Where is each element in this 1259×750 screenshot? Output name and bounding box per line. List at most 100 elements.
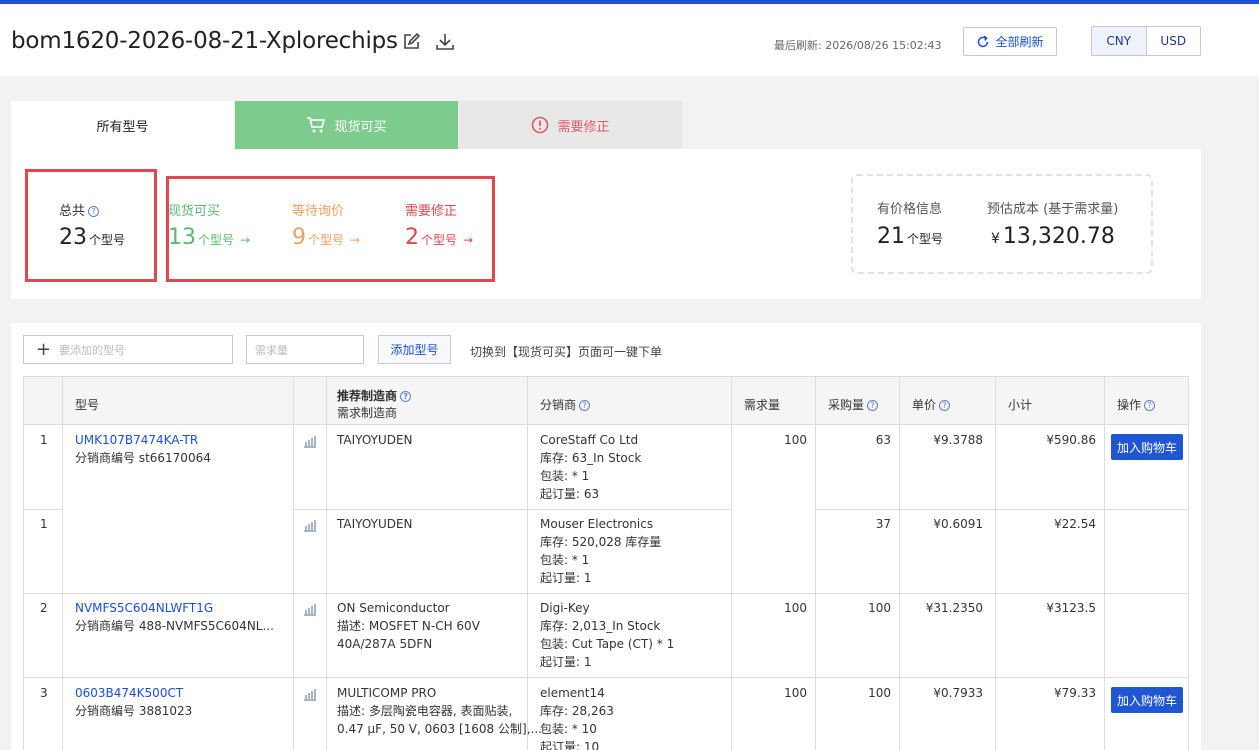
quantity-placeholder: 需求量 <box>255 343 288 357</box>
header-distributor: 分销商? <box>540 396 591 413</box>
part-number-input[interactable]: + 要添加的型号 <box>23 335 233 364</box>
plus-icon: + <box>36 338 52 360</box>
purchase-qty[interactable]: 37 <box>876 515 891 533</box>
row-index: 2 <box>40 601 48 615</box>
part-description-cont: 0.47 µF, 50 V, 0603 [1608 公制],... <box>337 722 542 736</box>
tab-in-stock-label: 现货可买 <box>334 119 387 135</box>
price-chart-icon[interactable] <box>303 602 317 616</box>
part-description: 描述: 多层陶瓷电容器, 表面贴装, <box>337 704 513 718</box>
row-index: 1 <box>40 433 48 447</box>
fix-label: 需要修正 <box>405 204 458 219</box>
subtotal: ¥3123.5 <box>1046 601 1096 615</box>
stock: 库存: 2,013_In Stock <box>540 619 661 633</box>
price-chart-icon[interactable] <box>303 687 317 701</box>
pending-count[interactable]: 9 个型号 → <box>292 225 360 250</box>
summary-panel: 总共? 23 个型号 现货可买 13 个型号 → 等待询价 9 个型号 → 需要修正 2个… <box>11 149 1201 299</box>
subtotal: ¥22.54 <box>1054 517 1096 531</box>
purchase-qty[interactable]: 100 <box>868 599 891 617</box>
moq: 起订量: 1 <box>540 655 592 669</box>
edit-icon[interactable] <box>401 32 421 52</box>
header-demand: 需求量 <box>744 398 781 412</box>
manufacturer: TAIYOYUDEN <box>337 433 413 447</box>
row-index: 3 <box>40 686 48 700</box>
unit-price: ¥0.7933 <box>933 686 983 700</box>
header-unit-price: 单价? <box>912 396 951 413</box>
purchase-qty[interactable]: 100 <box>868 684 891 702</box>
help-icon: ? <box>939 400 951 411</box>
page-header: bom1620-2026-08-21-Xplorechips 最后刷新: 202… <box>0 4 1259 76</box>
currency-cny-button[interactable]: CNY <box>1092 27 1147 55</box>
purchase-qty[interactable]: 63 <box>876 431 891 449</box>
total-count: 23 个型号 <box>59 225 126 250</box>
demand-qty: 100 <box>784 433 807 447</box>
tab-all-parts-label: 所有型号 <box>96 119 149 135</box>
refresh-icon <box>978 35 989 47</box>
subtotal: ¥79.33 <box>1054 686 1096 700</box>
help-icon: ? <box>1144 400 1156 411</box>
price-info-box: 有价格信息 21 个型号 预估成本 (基于需求量) ¥13,320.78 <box>851 174 1153 274</box>
header-part: 型号 <box>75 398 100 412</box>
unit-price: ¥9.3788 <box>933 433 983 447</box>
part-number-link[interactable]: 0603B474K500CT <box>75 684 183 702</box>
packaging: 包装: * 1 <box>540 553 590 567</box>
price-chart-icon[interactable] <box>303 434 317 448</box>
stock: 库存: 28,263 <box>540 704 614 718</box>
moq: 起订量: 1 <box>540 571 592 585</box>
filter-tabs: 所有型号 现货可买 需要修正 <box>11 101 682 149</box>
instock-count[interactable]: 13 个型号 → <box>168 225 250 250</box>
quantity-input[interactable]: 需求量 <box>246 335 364 364</box>
help-icon: ? <box>579 400 591 411</box>
add-to-cart-button[interactable]: 加入购物车 <box>1111 434 1183 460</box>
subtotal: ¥590.86 <box>1046 433 1096 447</box>
add-to-cart-button[interactable]: 加入购物车 <box>1111 687 1183 713</box>
part-description-cont: 40A/287A 5DFN <box>337 637 433 651</box>
last-refresh-time: 最后刷新: 2026/08/26 15:02:43 <box>774 39 942 52</box>
fix-count[interactable]: 2 个型号 → <box>405 225 473 250</box>
header-purchase: 采购量? <box>828 396 879 413</box>
instock-label: 现货可买 <box>168 204 221 219</box>
manufacturer: MULTICOMP PRO <box>337 686 437 700</box>
row-index: 1 <box>40 517 48 531</box>
part-number-link[interactable]: UMK107B7474KA-TR <box>75 431 198 449</box>
tab-needs-fix[interactable]: 需要修正 <box>459 101 682 149</box>
tab-needs-fix-label: 需要修正 <box>557 119 610 135</box>
page-title: bom1620-2026-08-21-Xplorechips <box>11 28 398 54</box>
part-description: 描述: MOSFET N-CH 60V <box>337 619 480 633</box>
help-icon: ? <box>867 400 879 411</box>
header-subtotal: 小计 <box>1008 398 1033 412</box>
tab-all-parts[interactable]: 所有型号 <box>11 101 234 149</box>
unit-price: ¥31.2350 <box>925 601 983 615</box>
header-mfr-recommended: 推荐制造商? <box>337 387 412 404</box>
moq: 起订量: 10 <box>540 740 600 750</box>
distributor-part-number: 分销商编号 3881023 <box>75 704 193 718</box>
add-part-button[interactable]: 添加型号 <box>378 335 451 364</box>
bom-table: 型号 推荐制造商? 需求制造商 分销商? 需求量 采购量? 单价? 小计 操作?… <box>23 376 1189 750</box>
currency-usd-button[interactable]: USD <box>1146 27 1200 55</box>
warning-circle-icon <box>532 116 549 134</box>
demand-qty: 100 <box>784 686 807 700</box>
distributor-name: CoreStaff Co Ltd <box>540 433 639 447</box>
price-chart-icon[interactable] <box>303 518 317 532</box>
stock: 库存: 63_In Stock <box>540 451 642 465</box>
part-number-link[interactable]: NVMFS5C604NLWFT1G <box>75 599 213 617</box>
distributor-part-number: 分销商编号 488-NVMFS5C604NL... <box>75 619 274 633</box>
manufacturer: ON Semiconductor <box>337 601 450 615</box>
refresh-all-label: 全部刷新 <box>995 35 1044 49</box>
distributor-part-number: 分销商编号 st66170064 <box>75 451 211 465</box>
cart-icon <box>307 117 326 133</box>
unit-price: ¥0.6091 <box>933 517 983 531</box>
manufacturer: TAIYOYUDEN <box>337 517 413 531</box>
bom-table-panel: + 要添加的型号 需求量 添加型号 切换到【现货可买】页面可一键下单 型号 推荐… <box>11 323 1201 750</box>
download-icon[interactable] <box>435 32 455 52</box>
distributor-name: Digi-Key <box>540 601 590 615</box>
header-mfr-required: 需求制造商 <box>337 406 398 420</box>
refresh-all-button[interactable]: 全部刷新 <box>963 27 1057 56</box>
moq: 起订量: 63 <box>540 487 600 501</box>
distributor-name: Mouser Electronics <box>540 517 654 531</box>
demand-qty: 100 <box>784 601 807 615</box>
total-label: 总共? <box>59 200 100 219</box>
pending-label: 等待询价 <box>292 204 345 219</box>
currency-toggle: CNY USD <box>1091 26 1201 56</box>
tab-in-stock[interactable]: 现货可买 <box>235 101 458 149</box>
order-hint: 切换到【现货可买】页面可一键下单 <box>470 345 663 359</box>
